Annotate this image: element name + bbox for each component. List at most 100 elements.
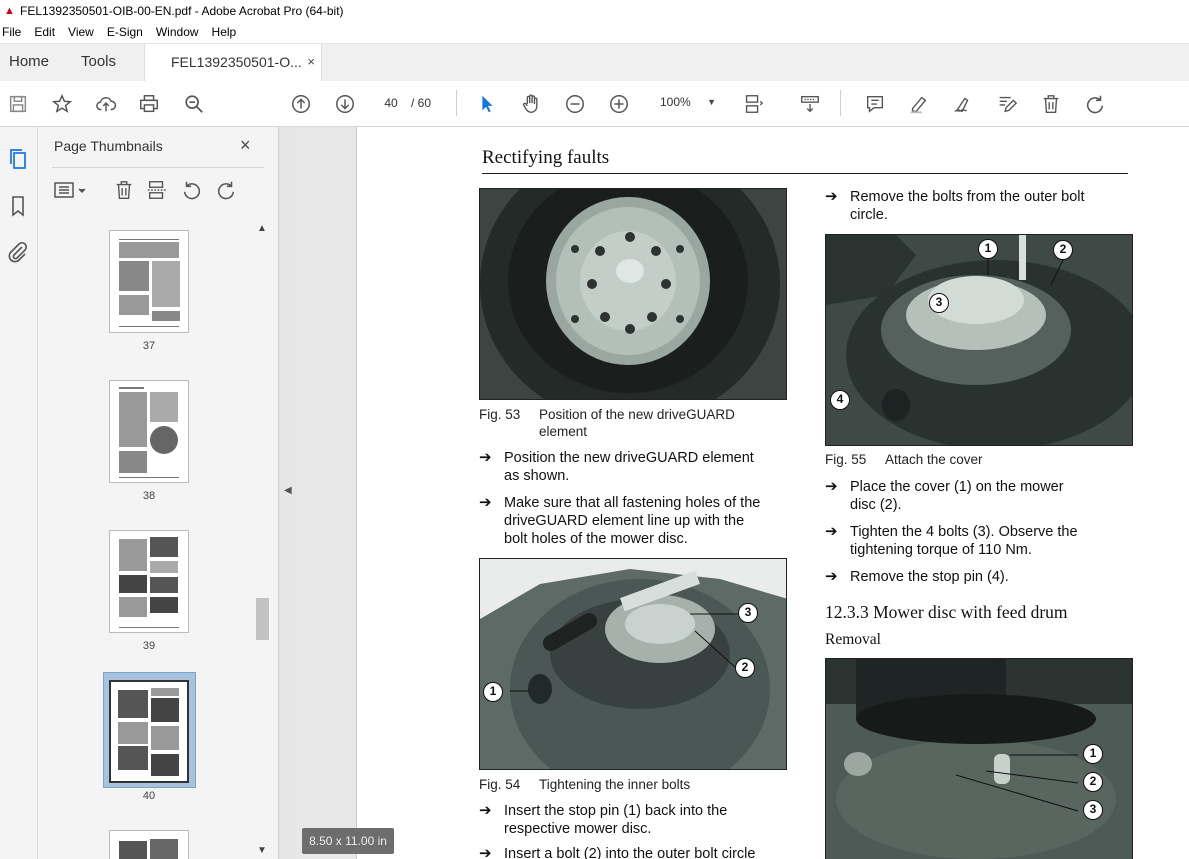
arrow-right-icon: ➔ <box>825 188 838 205</box>
zoom-value: 100% <box>660 95 691 109</box>
callout-2: 2 <box>1053 240 1073 260</box>
menu-view[interactable]: View <box>68 25 94 39</box>
panel-splitter[interactable]: ◀ <box>278 127 296 859</box>
step-line: disc (2). <box>850 497 902 513</box>
page-heading: Rectifying faults <box>482 147 610 168</box>
save-icon[interactable] <box>6 92 30 116</box>
zoom-search-icon[interactable] <box>182 92 206 116</box>
figure-caption-text: Tightening the inner bolts <box>539 777 691 792</box>
menu-window[interactable]: Window <box>156 25 199 39</box>
step-line: tightening torque of 110 Nm. <box>850 542 1032 558</box>
upload-cloud-icon[interactable] <box>94 92 118 116</box>
arrow-right-icon: ➔ <box>479 845 492 859</box>
select-cursor-icon[interactable] <box>475 92 499 116</box>
zoom-out-icon[interactable] <box>563 92 587 116</box>
tab-document[interactable]: FEL1392350501-O... × <box>144 44 322 82</box>
thumbnail-options-icon[interactable] <box>54 179 88 201</box>
callout-3: 3 <box>929 293 949 313</box>
menu-help[interactable]: Help <box>212 25 237 39</box>
callout-1: 1 <box>483 682 503 702</box>
figure-54-caption: Fig. 54 Tightening the inner bolts <box>479 777 690 792</box>
attachment-icon[interactable] <box>6 240 30 264</box>
next-page-icon[interactable] <box>333 92 357 116</box>
scroll-mode-icon[interactable] <box>798 92 822 116</box>
collapse-arrow-icon[interactable]: ◀ <box>284 485 292 496</box>
arrow-right-icon: ➔ <box>825 523 838 540</box>
close-icon[interactable]: × <box>240 135 251 156</box>
callout-1: 1 <box>978 239 998 259</box>
arrow-right-icon: ➔ <box>479 802 492 819</box>
step-item: ➔ Remove the stop pin (4). <box>825 568 1009 586</box>
page-fit-icon[interactable] <box>741 92 765 116</box>
thumbnail-page-40[interactable] <box>109 680 189 783</box>
figure-number: Fig. 54 <box>479 777 521 792</box>
acrobat-icon: ▲ <box>4 5 15 17</box>
step-line: Remove the bolts from the outer bolt <box>850 189 1085 205</box>
toolbar-divider <box>840 90 841 116</box>
insert-page-icon[interactable] <box>146 179 168 201</box>
print-icon[interactable] <box>137 92 161 116</box>
figure-53-caption: Fig. 53 Position of the new driveGUARD <box>479 407 735 422</box>
step-line: bolt holes of the mower disc. <box>504 531 688 547</box>
step-line: Place the cover (1) on the mower <box>850 479 1064 495</box>
tab-tools[interactable]: Tools <box>81 44 116 82</box>
previous-page-icon[interactable] <box>289 92 313 116</box>
step-item: ➔ Insert a bolt (2) into the outer bolt … <box>479 845 755 859</box>
chevron-up-icon[interactable]: ▲ <box>257 223 267 234</box>
tab-close-icon[interactable]: × <box>307 44 315 80</box>
page-thumbnails-icon[interactable] <box>6 147 30 171</box>
step-item: ➔ Insert the stop pin (1) back into the … <box>479 802 727 838</box>
figure-number: Fig. 55 <box>825 452 867 467</box>
zoom-in-icon[interactable] <box>607 92 631 116</box>
menu-esign[interactable]: E-Sign <box>107 25 143 39</box>
window-title: FEL1392350501-OIB-00-EN.pdf - Adobe Acro… <box>20 4 344 18</box>
step-item: ➔ Position the new driveGUARD element as… <box>479 449 754 485</box>
scrollbar-thumb[interactable] <box>256 598 269 640</box>
bookmark-icon[interactable] <box>6 194 30 218</box>
thumbnail-label: 38 <box>142 490 156 502</box>
chevron-down-icon[interactable]: ▼ <box>257 845 267 856</box>
comment-icon[interactable] <box>863 92 887 116</box>
rotate-right-icon[interactable] <box>215 179 237 201</box>
rotate-icon[interactable] <box>1083 92 1107 116</box>
menu-file[interactable]: File <box>2 25 21 39</box>
highlight-pen-icon[interactable] <box>907 92 931 116</box>
thumbnail-page-38[interactable] <box>109 380 189 483</box>
tab-home[interactable]: Home <box>9 44 49 82</box>
arrow-right-icon: ➔ <box>825 478 838 495</box>
tab-document-label: FEL1392350501-O... <box>171 54 302 70</box>
zoom-select[interactable]: 100% ▼ <box>652 91 722 115</box>
edit-text-icon[interactable] <box>995 92 1019 116</box>
step-item: ➔ Tighten the 4 bolts (3). Observe the t… <box>825 523 1078 559</box>
figure-53-image <box>479 188 787 400</box>
heading-rule <box>482 173 1128 174</box>
step-line: as shown. <box>504 468 570 484</box>
draw-pen-icon[interactable] <box>951 92 975 116</box>
delete-page-icon[interactable] <box>113 179 135 201</box>
menu-edit[interactable]: Edit <box>34 25 55 39</box>
subsubsection-heading: Removal <box>825 631 881 648</box>
figure-caption-text: Attach the cover <box>885 452 983 467</box>
page-total: / 60 <box>411 96 432 110</box>
thumbnail-page-37[interactable] <box>109 230 189 333</box>
subsection-heading: 12.3.3 Mower disc with feed drum <box>825 602 1068 622</box>
step-line: Tighten the 4 bolts (3). Observe the <box>850 524 1078 540</box>
thumbnails-scrollbar[interactable]: ▲ ▼ <box>255 221 270 859</box>
step-line: Remove the stop pin (4). <box>850 569 1009 585</box>
star-icon[interactable] <box>50 92 74 116</box>
thumbnail-page-39[interactable] <box>109 530 189 633</box>
thumbnail-page-41[interactable] <box>109 830 189 859</box>
step-line: circle. <box>850 207 888 223</box>
figure-55-image <box>825 234 1133 446</box>
figure-number: Fig. 53 <box>479 407 521 422</box>
rotate-left-icon[interactable] <box>181 179 203 201</box>
thumbnail-label: 40 <box>142 790 156 802</box>
trash-icon[interactable] <box>1039 92 1063 116</box>
step-line: Insert a bolt (2) into the outer bolt ci… <box>504 846 756 859</box>
toolbar-divider <box>456 90 457 116</box>
page-number-input[interactable]: 40 <box>376 91 406 115</box>
hand-tool-icon[interactable] <box>519 92 543 116</box>
step-line: driveGUARD element line up with the <box>504 513 745 529</box>
toolbar <box>0 81 1189 127</box>
divider <box>52 167 264 168</box>
